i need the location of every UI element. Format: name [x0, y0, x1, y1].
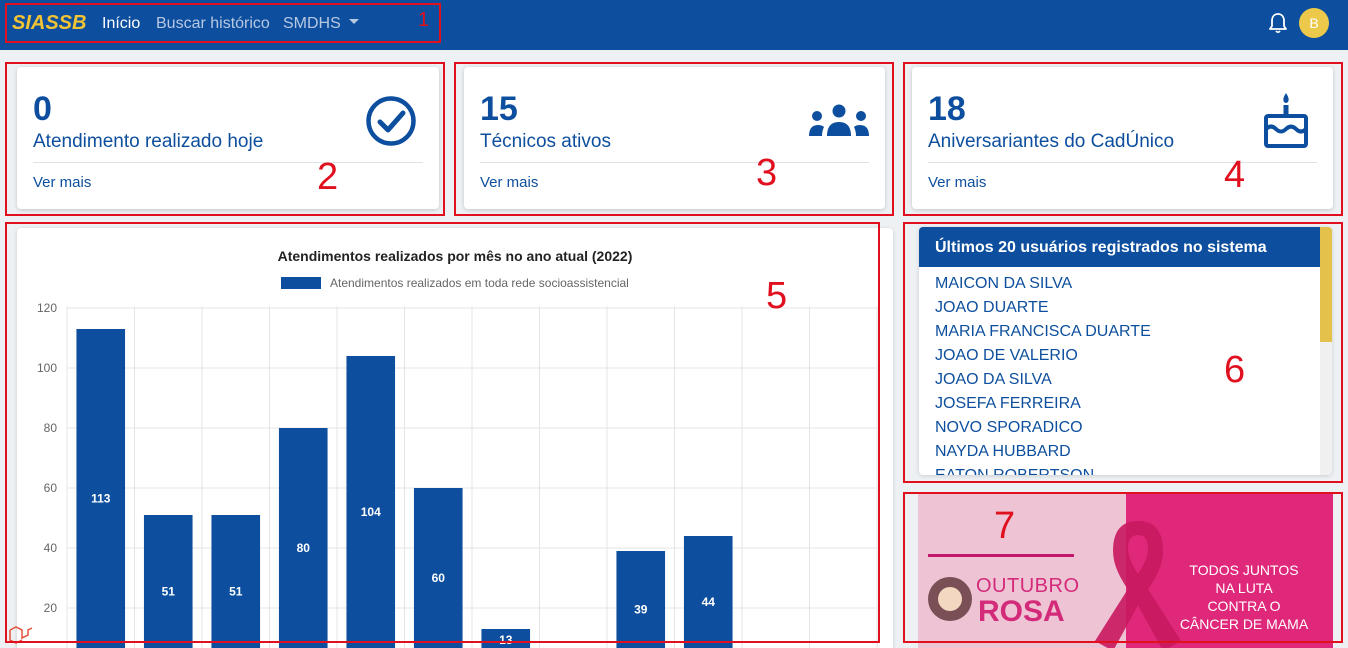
- recent-users-card: Últimos 20 usuários registrados no siste…: [919, 227, 1332, 475]
- bar-value-label: 113: [91, 492, 111, 506]
- stat-label: Aniversariantes do CadÚnico: [928, 131, 1175, 152]
- chart-bar[interactable]: [278, 428, 328, 648]
- recent-users-title: Últimos 20 usuários registrados no siste…: [919, 227, 1320, 267]
- bar-value-label: 51: [162, 585, 176, 599]
- user-list-item[interactable]: JOAO DA SILVA: [935, 371, 1052, 389]
- brand-logo[interactable]: SIASSB: [12, 12, 86, 35]
- y-tick-label: 120: [37, 301, 57, 315]
- user-list-item[interactable]: NAYDA HUBBARD: [935, 443, 1071, 461]
- users-icon: [809, 104, 869, 136]
- nav-link-inicio[interactable]: Início: [102, 15, 140, 33]
- stat-card-tecnicos-ativos: 15 Técnicos ativos Ver mais: [464, 67, 885, 209]
- user-list-item[interactable]: JOSEFA FERREIRA: [935, 395, 1081, 413]
- ver-mais-link[interactable]: Ver mais: [480, 174, 538, 191]
- bar-value-label: 51: [229, 585, 243, 599]
- navbar: SIASSB Início Buscar histórico SMDHS B: [0, 0, 1348, 50]
- ribbon-badge-icon: [928, 577, 972, 621]
- nav-dropdown-smdhs[interactable]: SMDHS: [283, 15, 359, 33]
- chevron-down-icon: [348, 19, 359, 25]
- user-list-item[interactable]: MAICON DA SILVA: [935, 275, 1072, 293]
- divider: [480, 162, 869, 163]
- y-tick-label: 60: [44, 481, 58, 495]
- y-tick-label: 40: [44, 541, 58, 555]
- user-list-item[interactable]: NOVO SPORADICO: [935, 419, 1083, 437]
- user-list-item[interactable]: JOAO DE VALERIO: [935, 347, 1078, 365]
- stat-card-atendimentos-hoje: 0 Atendimento realizado hoje Ver mais: [17, 67, 439, 209]
- stat-value: 15: [480, 90, 518, 128]
- stat-label: Atendimento realizado hoje: [33, 131, 264, 152]
- chart-card: Atendimentos realizados por mês no ano a…: [17, 228, 893, 648]
- chart-bar[interactable]: [211, 515, 261, 648]
- ver-mais-link[interactable]: Ver mais: [33, 174, 91, 191]
- chart-bar[interactable]: [346, 356, 396, 648]
- stat-value: 0: [33, 90, 52, 128]
- banner-line-4: CÂNCER DE MAMA: [1179, 616, 1309, 632]
- banner-rosa-text: ROSA: [978, 595, 1065, 628]
- y-tick-label: 20: [44, 601, 58, 615]
- divider: [928, 162, 1317, 163]
- ribbon-badge-inner: [938, 587, 962, 611]
- nav-dropdown-label: SMDHS: [283, 15, 341, 32]
- user-list-item[interactable]: MARIA FRANCISCA DUARTE: [935, 323, 1151, 341]
- bar-value-label: 80: [297, 541, 311, 555]
- y-tick-label: 100: [37, 361, 57, 375]
- check-circle-icon: [366, 96, 416, 146]
- nav-link-buscar-historico[interactable]: Buscar histórico: [156, 15, 270, 33]
- chart-bar[interactable]: [143, 515, 193, 648]
- bar-chart: 20 40 60 80 100 120 113 51 51 80 104 60 13 39 44: [37, 301, 878, 648]
- birthday-cake-icon: [1264, 93, 1308, 148]
- chart-bar[interactable]: [76, 329, 126, 648]
- banner-line-2: NA LUTA: [1215, 580, 1273, 596]
- stat-card-aniversariantes: 18 Aniversariantes do CadÚnico Ver mais: [912, 67, 1333, 209]
- scrollbar-thumb[interactable]: [1320, 227, 1332, 342]
- stat-label: Técnicos ativos: [480, 131, 611, 152]
- banner-line-3: CONTRA O: [1207, 598, 1281, 614]
- chart-bar[interactable]: [683, 536, 733, 648]
- bar-value-label: 44: [702, 595, 716, 609]
- chart-bar[interactable]: [616, 551, 666, 648]
- banner-divider: [928, 554, 1074, 557]
- bar-value-label: 39: [634, 603, 648, 617]
- stat-value: 18: [928, 90, 966, 128]
- framework-logo-icon: [9, 626, 33, 644]
- bell-icon[interactable]: [1268, 12, 1288, 34]
- banner-line-1: TODOS JUNTOS: [1189, 562, 1299, 578]
- avatar[interactable]: B: [1299, 8, 1329, 38]
- y-tick-label: 80: [44, 421, 58, 435]
- outubro-rosa-banner: OUTUBRO ROSA TODOS JUNTOS NA LUTA CONTRA…: [918, 493, 1333, 648]
- chart-bar[interactable]: [413, 488, 463, 648]
- ver-mais-link[interactable]: Ver mais: [928, 174, 986, 191]
- user-list-item[interactable]: JOAO DUARTE: [935, 299, 1049, 317]
- divider: [33, 162, 423, 163]
- recent-users-list[interactable]: MAICON DA SILVA JOAO DUARTE MARIA FRANCISC…: [919, 267, 1320, 475]
- bar-value-label: 13: [499, 633, 513, 647]
- user-list-item[interactable]: EATON ROBERTSON: [935, 467, 1094, 475]
- bar-value-label: 104: [361, 505, 381, 519]
- bar-value-label: 60: [432, 571, 446, 585]
